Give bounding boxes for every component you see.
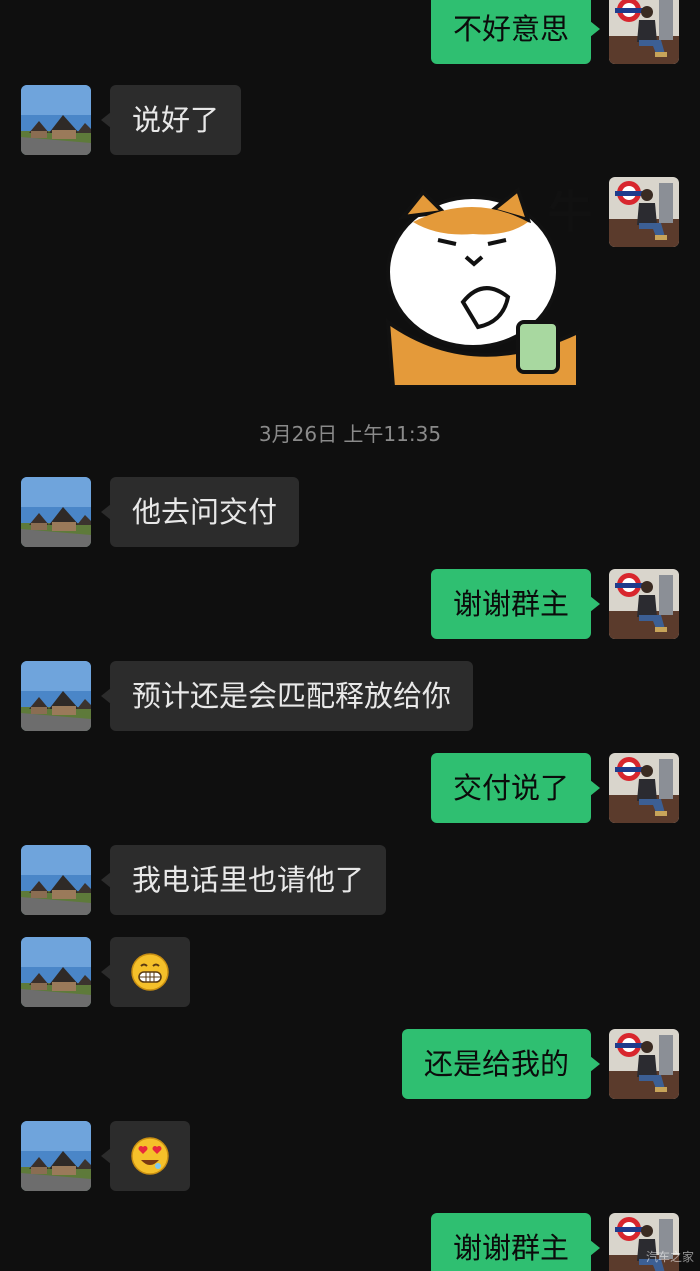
message-bubble-outgoing[interactable]: 还是给我的	[401, 1029, 601, 1099]
message-bubble-incoming[interactable]: 我电话里也请他了	[100, 845, 387, 915]
message-bubble-outgoing[interactable]: 不好意思	[430, 0, 601, 64]
own-avatar[interactable]	[609, 753, 679, 823]
message-bubble-incoming[interactable]: 预计还是会匹配释放给你	[100, 661, 474, 731]
heart-eyes-face-icon	[131, 1137, 169, 1175]
message-bubble-incoming[interactable]: 说好了	[100, 85, 242, 155]
message-bubble-incoming[interactable]	[101, 1121, 190, 1191]
contact-avatar[interactable]	[21, 477, 91, 547]
own-avatar[interactable]	[609, 569, 679, 639]
message-bubble-incoming[interactable]: 他去问交付	[100, 477, 300, 547]
contact-avatar[interactable]	[21, 85, 91, 155]
message-bubble-outgoing[interactable]: 交付说了	[430, 753, 601, 823]
own-avatar[interactable]	[609, 177, 679, 247]
contact-avatar[interactable]	[21, 1121, 91, 1191]
contact-avatar[interactable]	[21, 661, 91, 731]
message-bubble-incoming[interactable]	[101, 937, 190, 1007]
message-bubble-outgoing[interactable]: 谢谢群主	[430, 1213, 601, 1271]
watermark: 汽车之家	[645, 1250, 694, 1264]
grinning-face-icon	[131, 953, 169, 991]
chat-window: 不好意思 说好了 牛 3月26日 上午11:35 他去问交付 谢谢群主 预计还是…	[0, 0, 700, 1271]
cat-thumbs-up-sticker[interactable]: 牛	[378, 182, 593, 389]
contact-avatar[interactable]	[21, 845, 91, 915]
own-avatar[interactable]	[609, 1029, 679, 1099]
timestamp: 3月26日 上午11:35	[258, 422, 442, 446]
sticker-caption: 牛	[548, 187, 592, 238]
contact-avatar[interactable]	[21, 937, 91, 1007]
own-avatar[interactable]	[609, 0, 679, 64]
message-bubble-outgoing[interactable]: 谢谢群主	[430, 569, 601, 639]
